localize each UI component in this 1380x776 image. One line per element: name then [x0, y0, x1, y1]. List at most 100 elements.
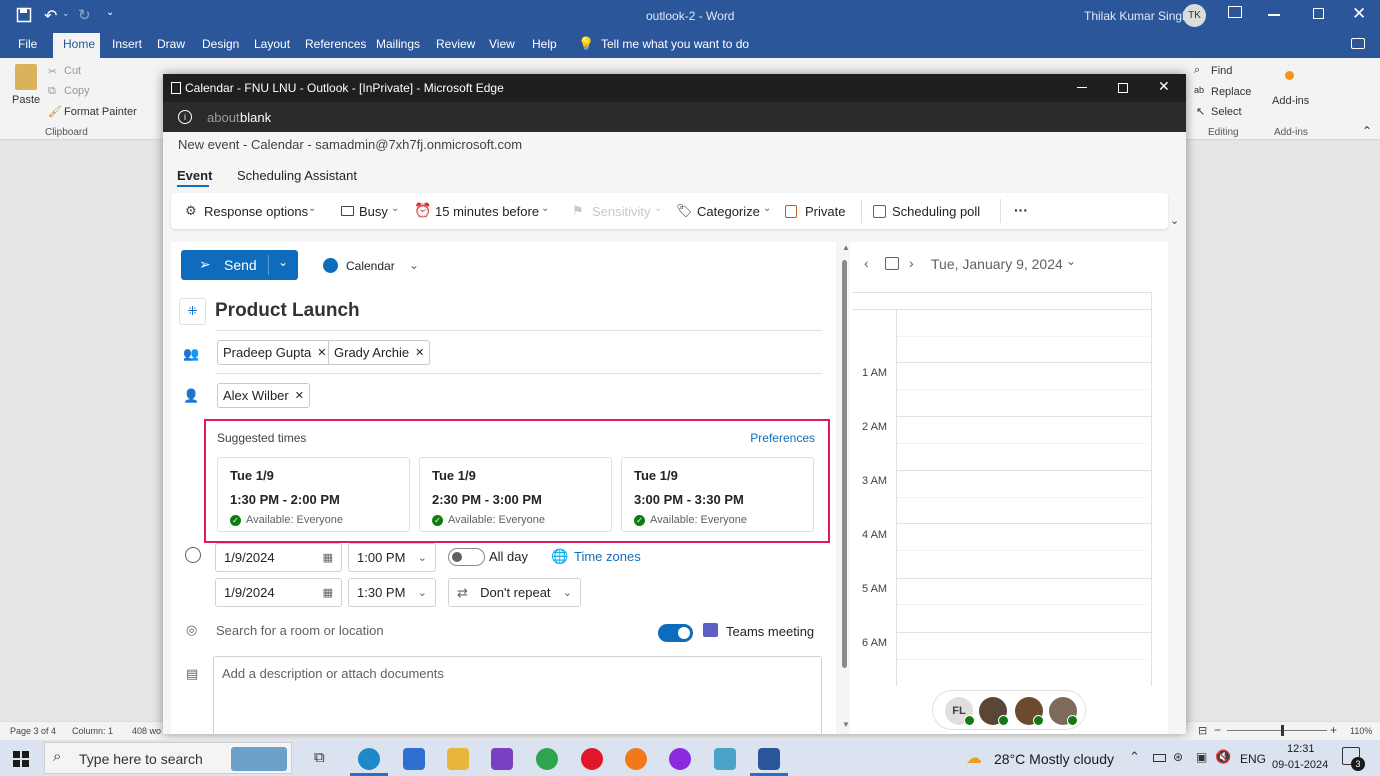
suggested-time-slot[interactable]: Tue 1/9 3:00 PM - 3:30 PM ✓ Available: Ev… — [621, 457, 814, 532]
all-day-toggle[interactable] — [448, 548, 485, 566]
calendar-selector[interactable]: Calendar — [346, 259, 395, 273]
event-type-icon[interactable]: ⁜ — [179, 298, 206, 325]
ribbon-display-icon[interactable] — [1228, 6, 1242, 18]
sensitivity-button[interactable]: Sensitivity — [592, 204, 651, 219]
more-options-button[interactable]: ··· — [1014, 202, 1028, 218]
teams-meeting-toggle[interactable] — [658, 624, 693, 642]
task-view-icon[interactable]: ⧉ — [314, 749, 325, 766]
customize-qat-icon[interactable]: ⌄ — [106, 7, 114, 18]
opera-icon[interactable] — [581, 748, 603, 770]
copy-button[interactable]: Copy — [64, 85, 90, 97]
tray-chevron-icon[interactable]: ⌃ — [1129, 749, 1140, 765]
tab-references[interactable]: References — [305, 37, 366, 51]
info-icon[interactable]: i — [178, 110, 192, 124]
mail-icon[interactable] — [403, 748, 425, 770]
form-scrollbar-thumb[interactable] — [842, 260, 847, 668]
attendee-chip[interactable]: Pradeep Gupta ✕ — [217, 340, 333, 365]
tab-view[interactable]: View — [489, 37, 515, 51]
remove-attendee-icon[interactable]: ✕ — [317, 346, 326, 359]
zoom-out-icon[interactable]: − — [1214, 723, 1221, 737]
suggested-time-slot[interactable]: Tue 1/9 1:30 PM - 2:00 PM ✓ Available: Ev… — [217, 457, 410, 532]
network-icon[interactable]: ⊛ — [1173, 750, 1183, 764]
time-zones-link[interactable]: Time zones — [574, 549, 641, 564]
tell-me-box[interactable]: Tell me what you want to do — [601, 37, 749, 51]
format-painter-button[interactable]: Format Painter — [64, 106, 137, 118]
previous-day-icon[interactable]: ‹ — [864, 255, 869, 271]
busy-button[interactable]: Busy — [359, 204, 388, 219]
clock-date[interactable]: 09-01-2024 — [1272, 759, 1328, 771]
end-date-field[interactable]: 1/9/2024 ▦ — [215, 578, 342, 607]
start-time-field[interactable]: 1:00 PM ⌄ — [348, 543, 436, 572]
tab-file[interactable]: File — [18, 37, 37, 51]
end-time-field[interactable]: 1:30 PM ⌄ — [348, 578, 436, 607]
tab-home[interactable]: Home — [63, 37, 95, 51]
tab-event[interactable]: Event — [177, 168, 212, 183]
paste-button[interactable]: Paste — [12, 94, 40, 106]
zoom-in-icon[interactable]: + — [1330, 723, 1337, 737]
battery-icon[interactable] — [1153, 754, 1166, 762]
tab-mailings[interactable]: Mailings — [376, 37, 420, 51]
repeat-dropdown[interactable]: ⇄ Don't repeat ⌄ — [448, 578, 581, 607]
edge-address-bar[interactable]: i about: blank — [163, 102, 1186, 132]
app-icon[interactable] — [714, 748, 736, 770]
edge-taskbar-icon[interactable] — [358, 748, 380, 770]
zoom-slider-thumb[interactable] — [1281, 725, 1284, 736]
word-taskbar-icon[interactable] — [758, 748, 780, 770]
remove-attendee-icon[interactable]: ✕ — [415, 346, 424, 359]
focus-icon[interactable]: ⊟ — [1198, 724, 1207, 737]
minimize-icon[interactable] — [1268, 14, 1280, 16]
replace-button[interactable]: Replace — [1211, 86, 1251, 98]
response-options-button[interactable]: Response options — [204, 204, 308, 219]
volume-muted-icon[interactable]: 🔇 — [1215, 749, 1231, 765]
addins-button[interactable]: Add-ins — [1272, 95, 1309, 107]
comments-icon[interactable] — [1351, 38, 1365, 49]
chrome-icon[interactable] — [536, 748, 558, 770]
file-explorer-icon[interactable] — [447, 748, 469, 770]
undo-icon[interactable]: ↶ — [44, 6, 57, 26]
scroll-up-icon[interactable]: ▲ — [842, 243, 850, 252]
send-options-chevron-icon[interactable]: ⌄ — [278, 255, 288, 269]
weather-text[interactable]: 28°C Mostly cloudy — [994, 751, 1114, 767]
cut-button[interactable]: Cut — [64, 65, 81, 77]
zoom-level[interactable]: 110% — [1350, 726, 1372, 736]
tab-draw[interactable]: Draw — [157, 37, 185, 51]
select-button[interactable]: Select — [1211, 106, 1242, 118]
restore-icon[interactable] — [1313, 8, 1324, 19]
edge-minimize-icon[interactable] — [1077, 87, 1087, 88]
categorize-button[interactable]: Categorize — [697, 204, 760, 219]
collapse-ribbon-icon[interactable]: ⌃ — [1362, 124, 1372, 138]
tab-insert[interactable]: Insert — [112, 37, 142, 51]
optional-attendee-chip[interactable]: Alex Wilber ✕ — [217, 383, 310, 408]
reminder-button[interactable]: 15 minutes before — [435, 204, 539, 219]
visual-studio-icon[interactable] — [491, 748, 513, 770]
save-icon[interactable] — [16, 7, 32, 23]
scheduling-poll-button[interactable]: Scheduling poll — [892, 204, 980, 219]
find-button[interactable]: Find — [1211, 65, 1232, 77]
calendar-picker-icon[interactable]: ▦ — [323, 586, 333, 599]
firefox-icon[interactable] — [625, 748, 647, 770]
calendar-picker-icon[interactable]: ▦ — [323, 551, 333, 564]
today-icon[interactable] — [885, 257, 899, 270]
tab-design[interactable]: Design — [202, 37, 239, 51]
chevron-down-icon[interactable]: ⌄ — [418, 551, 427, 564]
send-button[interactable]: Send — [224, 257, 257, 273]
toolbar-expand-icon[interactable]: ⌄ — [1170, 214, 1179, 227]
edge-maximize-icon[interactable] — [1118, 83, 1128, 93]
edge-close-icon[interactable]: ✕ — [1158, 78, 1170, 95]
scroll-down-icon[interactable]: ▼ — [842, 720, 850, 729]
clock-time[interactable]: 12:31 — [1287, 743, 1315, 755]
private-browser-icon[interactable] — [669, 748, 691, 770]
attendee-chip[interactable]: Grady Archie ✕ — [328, 340, 431, 365]
chevron-down-icon[interactable]: ⌄ — [1066, 254, 1076, 268]
close-icon[interactable]: ✕ — [1352, 4, 1366, 24]
day-view-date[interactable]: Tue, January 9, 2024 — [931, 256, 1063, 272]
taskbar-search-box[interactable]: ⌕ Type here to search — [44, 742, 292, 774]
tab-help[interactable]: Help — [532, 37, 557, 51]
next-day-icon[interactable]: › — [909, 255, 914, 271]
preferences-link[interactable]: Preferences — [750, 431, 815, 445]
tab-scheduling-assistant[interactable]: Scheduling Assistant — [237, 168, 357, 183]
calendar-chevron-icon[interactable]: ⌄ — [409, 258, 419, 272]
windows-start-icon[interactable] — [13, 751, 29, 767]
private-button[interactable]: Private — [805, 204, 845, 219]
redo-icon[interactable]: ↻ — [78, 6, 91, 24]
